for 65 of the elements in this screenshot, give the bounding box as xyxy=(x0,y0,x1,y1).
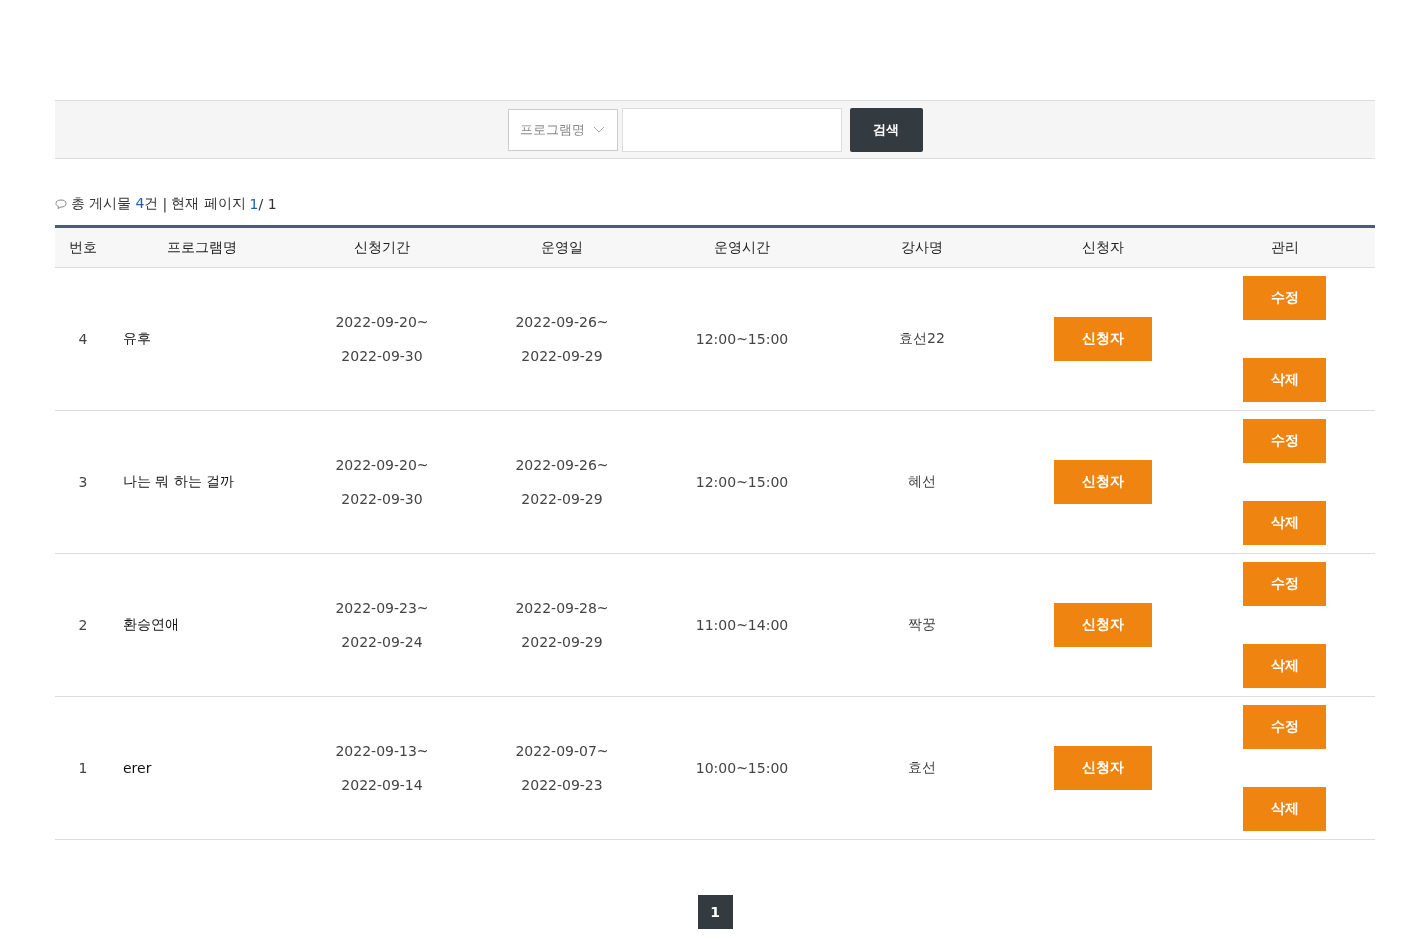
chevron-down-icon xyxy=(593,125,605,134)
page-label: 현재 페이지 xyxy=(171,195,246,213)
delete-button[interactable]: 삭제 xyxy=(1243,358,1326,402)
speech-bubble-icon xyxy=(55,199,67,209)
run-end-date: 2022-09-23 xyxy=(521,777,603,793)
instructor-cell-text: 짝꿍 xyxy=(907,616,937,634)
program-name-cell-text: 환승연애 xyxy=(122,616,180,634)
instructor-cell-text: 혜선 xyxy=(907,473,937,491)
separator: | xyxy=(162,196,168,212)
run-end-date: 2022-09-29 xyxy=(521,348,603,364)
apply-end-date: 2022-09-30 xyxy=(341,491,423,507)
column-header: 프로그램명 xyxy=(165,238,238,257)
apply-start-date: 2022-09-23~ xyxy=(335,600,429,616)
program-name-cell-text: erer xyxy=(122,760,153,776)
run-start-date: 2022-09-26~ xyxy=(515,314,609,330)
current-page: 1 xyxy=(249,196,259,212)
number-cell-text: 1 xyxy=(77,760,89,776)
column-header: 운영시간 xyxy=(713,238,771,257)
search-field[interactable] xyxy=(621,107,842,152)
apply-start-date: 2022-09-13~ xyxy=(335,743,429,759)
applicants-button[interactable]: 신청자 xyxy=(1054,746,1152,790)
program-select[interactable]: 프로그램명 xyxy=(507,108,618,151)
column-header: 강사명 xyxy=(900,238,944,257)
number-cell-text: 3 xyxy=(77,474,89,490)
total-count: 4 xyxy=(135,195,145,211)
program-name-cell-text: 나는 뭐 하는 걸까 xyxy=(122,473,236,491)
time-cell-text: 12:00~15:00 xyxy=(694,331,790,347)
applicants-button[interactable]: 신청자 xyxy=(1054,603,1152,647)
apply-end-date: 2022-09-24 xyxy=(341,634,423,650)
applicants-button[interactable]: 신청자 xyxy=(1054,317,1152,361)
column-header: 신청기간 xyxy=(353,238,411,257)
delete-button[interactable]: 삭제 xyxy=(1243,787,1326,831)
delete-button[interactable]: 삭제 xyxy=(1243,644,1326,688)
summary-label: 총 게시물 xyxy=(71,195,132,213)
edit-button[interactable]: 수정 xyxy=(1243,562,1326,606)
number-cell-text: 2 xyxy=(77,617,89,633)
column-header: 관리 xyxy=(1269,238,1300,257)
edit-button[interactable]: 수정 xyxy=(1243,705,1326,749)
run-end-date: 2022-09-29 xyxy=(521,491,603,507)
program-name-cell-text: 유후 xyxy=(122,330,152,348)
apply-start-date: 2022-09-20~ xyxy=(335,314,429,330)
number-cell-text: 4 xyxy=(77,331,89,347)
edit-button[interactable]: 수정 xyxy=(1243,419,1326,463)
run-start-date: 2022-09-26~ xyxy=(515,457,609,473)
instructor-cell-text: 효선 xyxy=(907,759,937,777)
search-button[interactable]: 검색 xyxy=(849,107,923,152)
column-header: 운영일 xyxy=(540,238,584,257)
edit-button[interactable]: 수정 xyxy=(1243,276,1326,320)
count-unit: 건 xyxy=(144,195,159,211)
time-cell-text: 12:00~15:00 xyxy=(694,474,790,490)
run-start-date: 2022-09-07~ xyxy=(515,743,609,759)
apply-start-date: 2022-09-20~ xyxy=(335,457,429,473)
time-cell-text: 11:00~14:00 xyxy=(694,617,790,633)
total-pages: / 1 xyxy=(258,196,277,212)
run-start-date: 2022-09-28~ xyxy=(515,600,609,616)
apply-end-date: 2022-09-30 xyxy=(341,348,423,364)
instructor-cell-text: 효선22 xyxy=(898,330,946,348)
column-header: 신청자 xyxy=(1081,238,1125,257)
run-end-date: 2022-09-29 xyxy=(521,634,603,650)
column-header: 번호 xyxy=(68,238,98,257)
time-cell-text: 10:00~15:00 xyxy=(694,760,790,776)
page-button[interactable]: 1 xyxy=(697,895,733,929)
delete-button[interactable]: 삭제 xyxy=(1243,501,1326,545)
applicants-button[interactable]: 신청자 xyxy=(1054,460,1152,504)
apply-end-date: 2022-09-14 xyxy=(341,777,423,793)
